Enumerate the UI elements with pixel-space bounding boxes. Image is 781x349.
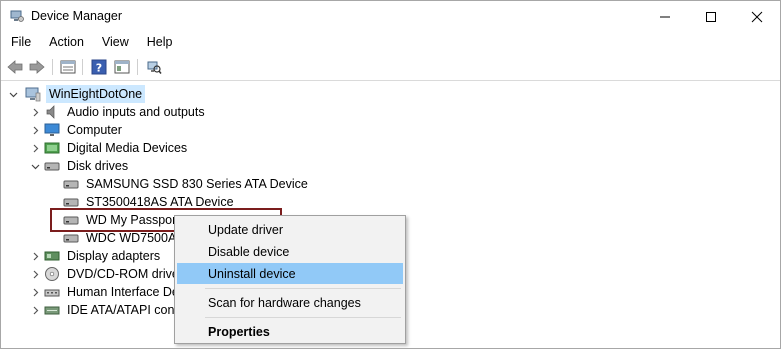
scan-hardware-button[interactable] bbox=[145, 58, 163, 76]
media-device-icon bbox=[44, 140, 60, 156]
tree-root[interactable]: WinEightDotOne bbox=[25, 85, 146, 103]
context-menu-item-label: Scan for hardware changes bbox=[208, 295, 361, 310]
device-manager-app-icon bbox=[10, 9, 24, 23]
minimize-icon bbox=[660, 16, 670, 17]
context-menu-disable-device[interactable]: Disable device bbox=[177, 241, 403, 262]
context-menu-update-driver[interactable]: Update driver bbox=[177, 219, 403, 240]
close-button[interactable] bbox=[734, 1, 780, 32]
chevron-right-icon bbox=[33, 108, 38, 116]
help-button[interactable]: ? bbox=[90, 58, 108, 76]
window-title: Device Manager bbox=[31, 9, 123, 23]
disk-drive-icon bbox=[63, 176, 79, 192]
forward-icon bbox=[29, 60, 45, 74]
close-icon bbox=[751, 11, 763, 22]
back-button[interactable] bbox=[6, 58, 24, 76]
tree-category-label: Disk drives bbox=[67, 159, 129, 173]
title-bar[interactable]: Device Manager bbox=[1, 1, 780, 32]
context-menu-uninstall-device[interactable]: Uninstall device bbox=[177, 263, 403, 284]
back-icon bbox=[7, 60, 23, 74]
collapse-disk-drives-toggle[interactable] bbox=[30, 157, 40, 175]
scan-hardware-icon bbox=[147, 61, 162, 74]
tree-category-label: Audio inputs and outputs bbox=[67, 105, 205, 119]
properties-button[interactable] bbox=[59, 58, 77, 76]
tree-device-label: WDC WD7500AZ bbox=[86, 231, 184, 245]
expand-hid-toggle[interactable] bbox=[30, 283, 40, 301]
expand-computer-toggle[interactable] bbox=[30, 121, 40, 139]
chevron-right-icon bbox=[33, 126, 38, 134]
display-adapter-icon bbox=[44, 248, 60, 264]
context-menu-item-label: Update driver bbox=[208, 222, 284, 237]
tree-category-computer[interactable]: Computer bbox=[44, 121, 124, 139]
tree-category-label: Display adapters bbox=[67, 249, 161, 263]
tree-category-digital-media[interactable]: Digital Media Devices bbox=[44, 139, 189, 157]
tree-category-label: Digital Media Devices bbox=[67, 141, 188, 155]
speaker-icon bbox=[44, 104, 60, 120]
chevron-right-icon bbox=[33, 252, 38, 260]
ide-controller-icon bbox=[44, 302, 60, 318]
chevron-right-icon bbox=[33, 270, 38, 278]
show-hide-console-button[interactable] bbox=[113, 58, 131, 76]
chevron-down-icon bbox=[9, 92, 17, 97]
minimize-button[interactable] bbox=[642, 1, 688, 32]
tree-root-label: WinEightDotOne bbox=[46, 85, 146, 103]
tree-category-dvd[interactable]: DVD/CD-ROM drives bbox=[44, 265, 187, 283]
tree-device-label: SAMSUNG SSD 830 Series ATA Device bbox=[86, 177, 308, 191]
maximize-button[interactable] bbox=[688, 1, 734, 32]
show-hide-console-icon bbox=[114, 60, 130, 74]
tree-category-audio[interactable]: Audio inputs and outputs bbox=[44, 103, 207, 121]
expand-audio-toggle[interactable] bbox=[30, 103, 40, 121]
chevron-right-icon bbox=[33, 288, 38, 296]
chevron-right-icon bbox=[33, 144, 38, 152]
menu-file[interactable]: File bbox=[1, 32, 39, 53]
disk-drive-icon bbox=[63, 230, 79, 246]
context-menu-scan-hardware[interactable]: Scan for hardware changes bbox=[177, 292, 403, 313]
computer-icon bbox=[25, 86, 41, 102]
chevron-down-icon bbox=[31, 164, 39, 169]
context-menu-item-label: Uninstall device bbox=[208, 266, 296, 281]
tree-category-label: Computer bbox=[67, 123, 122, 137]
maximize-icon bbox=[706, 11, 716, 22]
context-menu-separator bbox=[205, 288, 401, 289]
toolbar: ? bbox=[1, 54, 780, 81]
menu-help[interactable]: Help bbox=[137, 32, 181, 53]
dvd-icon bbox=[44, 266, 60, 282]
svg-text:?: ? bbox=[96, 62, 102, 75]
expand-ide-toggle[interactable] bbox=[30, 301, 40, 319]
tree-category-display-adapters[interactable]: Display adapters bbox=[44, 247, 162, 265]
context-menu-item-label: Properties bbox=[208, 324, 270, 339]
menu-bar: File Action View Help bbox=[1, 32, 780, 53]
collapse-root-toggle[interactable] bbox=[8, 85, 18, 103]
toolbar-separator bbox=[137, 59, 138, 75]
expand-display-adapters-toggle[interactable] bbox=[30, 247, 40, 265]
help-icon: ? bbox=[91, 59, 107, 75]
context-menu: Update driver Disable device Uninstall d… bbox=[174, 215, 406, 344]
forward-button[interactable] bbox=[28, 58, 46, 76]
tree-category-label: DVD/CD-ROM drives bbox=[67, 267, 186, 281]
context-menu-properties[interactable]: Properties bbox=[177, 321, 403, 342]
device-manager-window: Device Manager File Action View Help ? W… bbox=[0, 0, 781, 349]
hid-icon bbox=[44, 284, 60, 300]
chevron-right-icon bbox=[33, 306, 38, 314]
disk-drive-icon bbox=[44, 158, 60, 174]
tree-device-samsung-ssd[interactable]: SAMSUNG SSD 830 Series ATA Device bbox=[63, 175, 310, 193]
monitor-icon bbox=[44, 122, 60, 138]
properties-icon bbox=[60, 60, 76, 74]
expand-digital-media-toggle[interactable] bbox=[30, 139, 40, 157]
context-menu-item-label: Disable device bbox=[208, 244, 290, 259]
expand-dvd-toggle[interactable] bbox=[30, 265, 40, 283]
menu-view[interactable]: View bbox=[92, 32, 137, 53]
menu-action[interactable]: Action bbox=[39, 32, 92, 53]
toolbar-separator bbox=[52, 59, 53, 75]
tree-category-disk-drives[interactable]: Disk drives bbox=[44, 157, 130, 175]
toolbar-separator bbox=[82, 59, 83, 75]
context-menu-separator bbox=[205, 317, 401, 318]
